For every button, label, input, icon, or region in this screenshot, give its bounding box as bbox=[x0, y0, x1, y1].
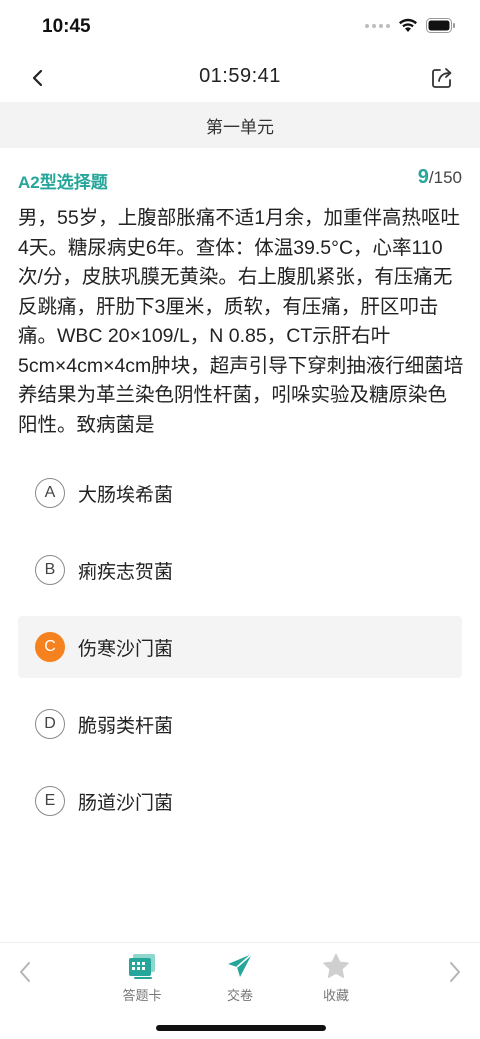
question-total: /150 bbox=[428, 168, 462, 187]
signal-icon bbox=[365, 23, 390, 28]
submit-button[interactable]: 交卷 bbox=[210, 951, 270, 1004]
favorite-button[interactable]: 收藏 bbox=[306, 951, 366, 1004]
battery-icon bbox=[426, 18, 455, 33]
chevron-left-icon bbox=[20, 962, 30, 982]
option-e[interactable]: E 肠道沙门菌 bbox=[18, 770, 462, 832]
send-icon bbox=[228, 953, 253, 977]
option-c[interactable]: C 伤寒沙门菌 bbox=[18, 616, 462, 678]
option-b[interactable]: B 痢疾志贺菌 bbox=[18, 539, 462, 601]
favorite-label: 收藏 bbox=[322, 988, 349, 1003]
status-time: 10:45 bbox=[42, 16, 91, 37]
answer-card-button[interactable]: 答题卡 bbox=[112, 951, 172, 1004]
bottom-toolbar: 答题卡 交卷 收藏 bbox=[0, 942, 480, 1006]
wifi-icon bbox=[399, 18, 417, 32]
option-text: 伤寒沙门菌 bbox=[78, 638, 174, 660]
home-indicator bbox=[156, 1025, 326, 1031]
option-a[interactable]: A 大肠埃希菌 bbox=[18, 462, 462, 524]
question-progress: 9/150 bbox=[418, 166, 462, 189]
option-d[interactable]: D 脆弱类杆菌 bbox=[18, 693, 462, 755]
submit-label: 交卷 bbox=[226, 988, 253, 1003]
options-list: A 大肠埃希菌 B 痢疾志贺菌 C 伤寒沙门菌 D 脆弱类杆菌 E 肠道沙门菌 bbox=[18, 462, 462, 847]
option-letter: C bbox=[35, 632, 65, 662]
answer-card-icon bbox=[129, 954, 155, 979]
exam-timer: 01:59:41 bbox=[199, 65, 281, 87]
star-icon bbox=[323, 953, 349, 978]
status-bar: 10:45 bbox=[0, 0, 480, 54]
nav-bar: 01:59:41 bbox=[0, 54, 480, 102]
option-text: 痢疾志贺菌 bbox=[78, 561, 174, 583]
question-type: A2型选择题 bbox=[18, 173, 108, 192]
previous-question-button[interactable] bbox=[14, 959, 36, 985]
next-question-button[interactable] bbox=[444, 959, 466, 985]
option-letter: D bbox=[35, 709, 65, 739]
status-icons bbox=[365, 18, 456, 33]
option-letter: A bbox=[35, 478, 65, 508]
share-icon bbox=[432, 68, 452, 88]
option-letter: E bbox=[35, 786, 65, 816]
question-meta: A2型选择题 9/150 bbox=[18, 166, 462, 192]
option-text: 大肠埃希菌 bbox=[78, 484, 174, 506]
answer-card-label: 答题卡 bbox=[122, 988, 162, 1003]
unit-title: 第一单元 bbox=[0, 102, 480, 148]
option-letter: B bbox=[35, 555, 65, 585]
question-stem: 男，55岁，上腹部胀痛不适1月余，加重伴高热呕吐4天。糖尿病史6年。查体：体温3… bbox=[18, 207, 464, 436]
share-button[interactable] bbox=[426, 62, 458, 94]
chevron-right-icon bbox=[450, 962, 460, 982]
question-index: 9 bbox=[417, 166, 429, 188]
option-text: 肠道沙门菌 bbox=[78, 792, 174, 814]
option-text: 脆弱类杆菌 bbox=[78, 715, 174, 737]
